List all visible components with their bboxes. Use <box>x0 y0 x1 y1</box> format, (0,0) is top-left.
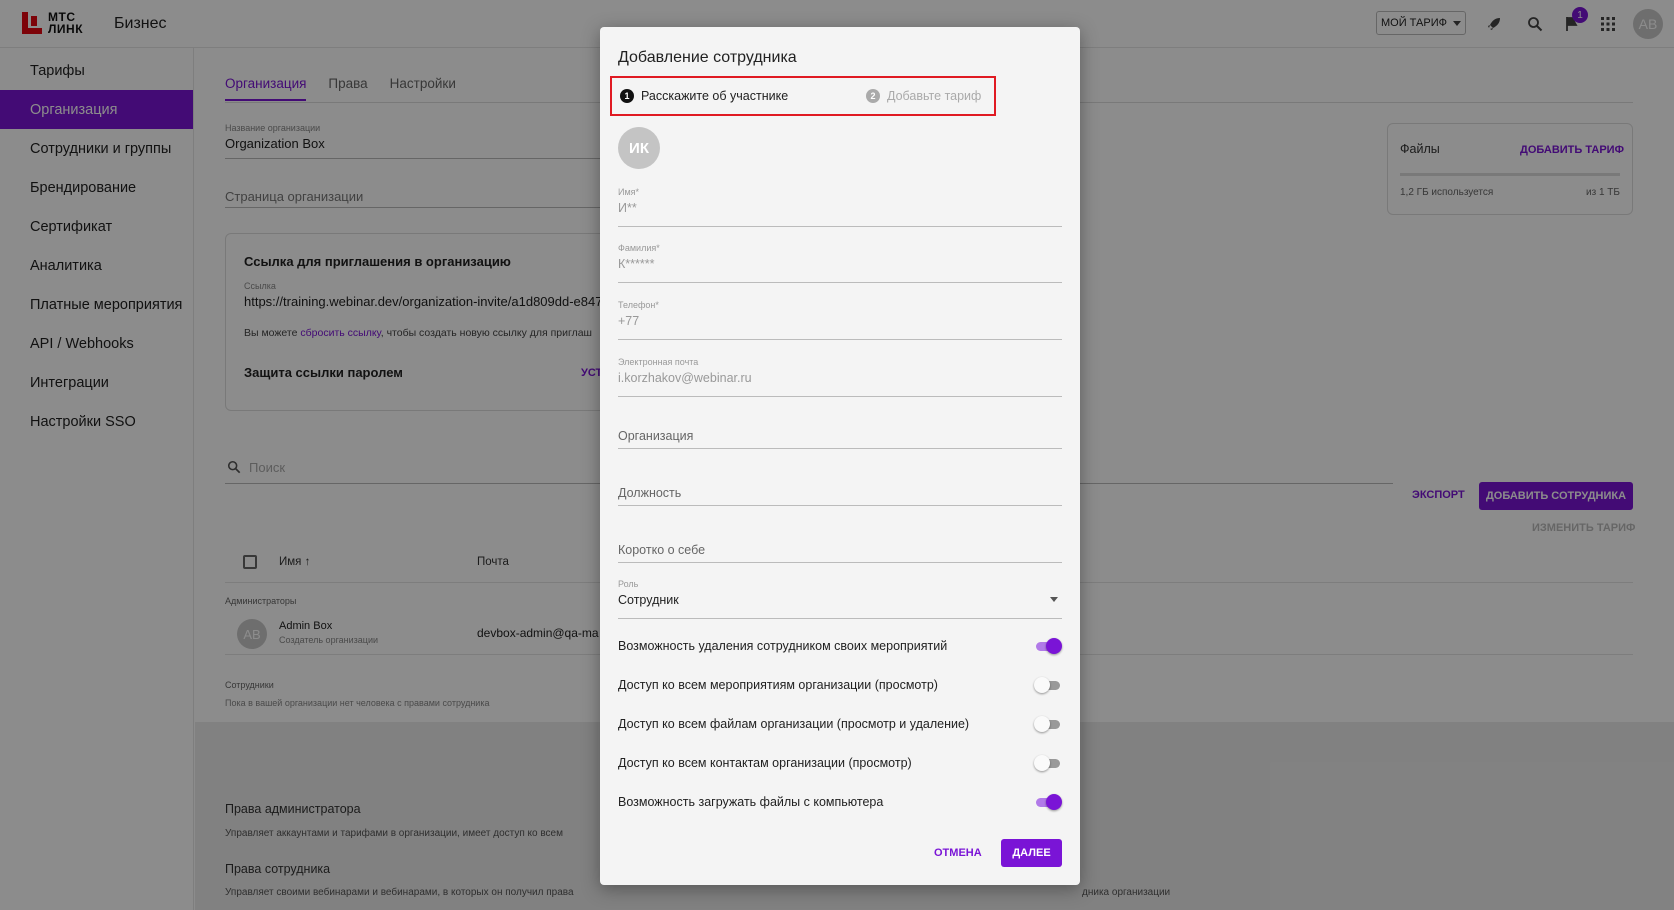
toggle-row-all-events-access: Доступ ко всем мероприятиям организации … <box>618 674 1062 696</box>
step-1[interactable]: 1 Расскажите об участнике <box>620 89 788 103</box>
next-button[interactable]: ДАЛЕЕ <box>1001 839 1062 867</box>
cancel-button[interactable]: ОТМЕНА <box>934 847 982 859</box>
about-field[interactable]: Коротко о себе <box>618 523 1062 563</box>
phone-input[interactable]: +77 <box>618 314 639 328</box>
organization-field[interactable]: Организация <box>618 409 1062 449</box>
chevron-down-icon <box>1050 597 1058 602</box>
toggle-all-contacts-access[interactable] <box>1034 755 1062 771</box>
toggle-all-events-access[interactable] <box>1034 677 1062 693</box>
step-1-number: 1 <box>620 89 634 103</box>
toggle-all-files-access[interactable] <box>1034 716 1062 732</box>
step-2-number: 2 <box>866 89 880 103</box>
step-2-label: Добавьте тариф <box>887 89 982 103</box>
toggle-row-all-files-access: Доступ ко всем файлам организации (просм… <box>618 713 1062 735</box>
toggle-upload-files[interactable] <box>1034 794 1062 810</box>
email-field[interactable]: Электронная почта i.korzhakov@webinar.ru <box>618 357 1062 397</box>
toggle-row-delete-own-events: Возможность удаления сотрудником своих м… <box>618 635 1062 657</box>
step-1-label: Расскажите об участнике <box>641 89 789 103</box>
add-employee-dialog: Добавление сотрудника 1 Расскажите об уч… <box>600 27 1080 885</box>
email-input[interactable]: i.korzhakov@webinar.ru <box>618 371 752 385</box>
toggle-row-all-contacts-access: Доступ ко всем контактам организации (пр… <box>618 752 1062 774</box>
toggle-row-upload-files: Возможность загружать файлы с компьютера <box>618 791 1062 813</box>
toggle-label: Возможность загружать файлы с компьютера <box>618 795 884 809</box>
organization-input[interactable]: Организация <box>618 429 693 443</box>
role-select-value: Сотрудник <box>618 593 679 607</box>
position-field[interactable]: Должность <box>618 466 1062 506</box>
dialog-title: Добавление сотрудника <box>618 49 797 66</box>
step-2[interactable]: 2 Добавьте тариф <box>866 89 981 103</box>
stepper-highlight: 1 Расскажите об участнике 2 Добавьте тар… <box>610 76 996 116</box>
first-name-input[interactable]: И** <box>618 201 637 215</box>
employee-avatar[interactable]: ИК <box>618 127 660 169</box>
toggle-label: Возможность удаления сотрудником своих м… <box>618 639 948 653</box>
last-name-field[interactable]: Фамилия* К****** <box>618 243 1062 283</box>
position-input[interactable]: Должность <box>618 486 681 500</box>
first-name-field[interactable]: Имя* И** <box>618 187 1062 227</box>
last-name-input[interactable]: К****** <box>618 257 654 271</box>
role-select[interactable]: Роль Сотрудник <box>618 579 1062 619</box>
toggle-label: Доступ ко всем контактам организации (пр… <box>618 756 912 770</box>
about-input[interactable]: Коротко о себе <box>618 543 705 557</box>
phone-field[interactable]: Телефон* +77 <box>618 300 1062 340</box>
toggle-label: Доступ ко всем файлам организации (просм… <box>618 717 970 731</box>
toggle-delete-own-events[interactable] <box>1034 638 1062 654</box>
toggle-label: Доступ ко всем мероприятиям организации … <box>618 678 938 692</box>
